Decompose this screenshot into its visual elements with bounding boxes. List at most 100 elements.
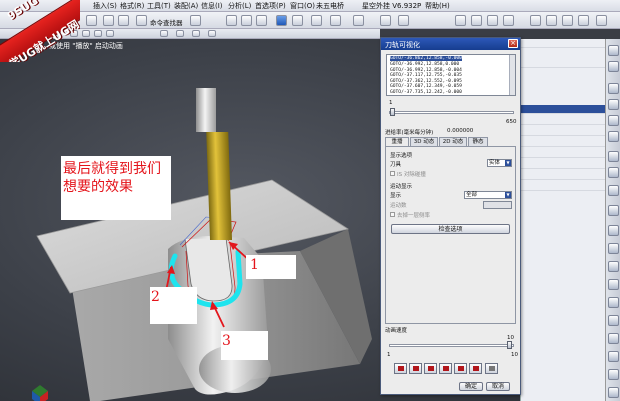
navigator-panel[interactable] xyxy=(520,39,606,401)
menu-tools[interactable]: 工具(T) xyxy=(147,1,171,11)
goto-line[interactable]: GOTO/-36.862,12.858,-0.000 xyxy=(390,56,462,61)
select-icon[interactable] xyxy=(82,30,90,37)
menu-plugin-a[interactable]: 未五电桥 xyxy=(316,1,344,11)
stop-button[interactable] xyxy=(485,363,498,374)
toolbar-icon-16[interactable] xyxy=(530,15,541,26)
menu-assembly[interactable]: 装配(A) xyxy=(174,1,198,11)
goto-line[interactable]: GOTO/-36.992,12.858,0.000 xyxy=(390,62,459,67)
navigator-row[interactable] xyxy=(521,39,606,48)
toolbar-icon-11[interactable] xyxy=(398,15,409,26)
toolbar-icon-9[interactable] xyxy=(353,15,364,26)
goto-list[interactable]: GOTO/-36.862,12.858,-0.000 GOTO/-36.992,… xyxy=(386,54,516,96)
resource-icon-9[interactable] xyxy=(608,185,619,196)
resource-icon-11[interactable] xyxy=(608,225,619,236)
navigator-row[interactable] xyxy=(521,149,606,158)
snap-icon-6[interactable] xyxy=(208,30,216,37)
toolbar-icon-10[interactable] xyxy=(380,15,391,26)
toolbar-icon-3[interactable] xyxy=(190,15,201,26)
snap-icon-5[interactable] xyxy=(192,30,200,37)
resource-icon-8[interactable] xyxy=(608,167,619,178)
toolbar-icon-13[interactable] xyxy=(471,15,482,26)
menu-window[interactable]: 窗口(O) xyxy=(290,1,315,11)
goto-line[interactable]: GOTO/-37.362,12.552,-0.095 xyxy=(390,79,462,84)
tab-2d-dynamic[interactable]: 2D 动态 xyxy=(439,137,467,146)
navigator-row[interactable] xyxy=(521,127,606,136)
toolbar-icon-4[interactable] xyxy=(226,15,237,26)
resource-icon-1[interactable] xyxy=(608,45,619,56)
animation-speed-thumb[interactable] xyxy=(507,341,512,349)
tab-replay[interactable]: 重播 xyxy=(385,137,409,146)
navigator-row[interactable] xyxy=(521,171,606,180)
step-forward-button[interactable] xyxy=(454,363,467,374)
toolbar-icon-5[interactable] xyxy=(241,15,252,26)
resource-icon-13[interactable] xyxy=(608,261,619,272)
dialog-close-icon[interactable]: × xyxy=(508,39,518,48)
position-slider-thumb[interactable] xyxy=(390,108,395,116)
resource-icon-3[interactable] xyxy=(608,83,619,94)
close-icon[interactable] xyxy=(118,15,129,26)
menu-format[interactable]: 格式(R) xyxy=(120,1,144,11)
resource-icon-17[interactable] xyxy=(608,333,619,344)
snap-icon-1[interactable] xyxy=(94,30,102,37)
prev-layer-checkbox[interactable] xyxy=(390,212,395,217)
navigator-row[interactable] xyxy=(521,59,606,68)
goto-line[interactable]: GOTO/-36.992,12.858,-0.004 xyxy=(390,68,462,73)
toolbar-icon-8[interactable] xyxy=(330,15,341,26)
resource-icon-2[interactable] xyxy=(608,61,619,72)
goto-line[interactable]: GOTO/-37.117,12.755,-0.035 xyxy=(390,73,462,78)
check-options-button[interactable]: 检查选项 xyxy=(391,224,510,234)
go-to-start-button[interactable] xyxy=(394,363,407,374)
plus-icon[interactable] xyxy=(86,15,97,26)
position-slider-track[interactable] xyxy=(389,111,514,114)
toolbar-icon-15[interactable] xyxy=(503,15,514,26)
resource-icon-18[interactable] xyxy=(608,351,619,362)
snap-icon-2[interactable] xyxy=(106,30,114,37)
cube-view-icon[interactable] xyxy=(276,15,287,26)
undo-icon[interactable] xyxy=(103,15,114,26)
display-combo[interactable]: 全部 ▼ xyxy=(464,191,512,199)
cancel-button[interactable]: 取消 xyxy=(486,382,510,391)
resource-icon-14[interactable] xyxy=(608,279,619,290)
tool-combo[interactable]: 实体 ▼ xyxy=(487,159,512,167)
play-button[interactable] xyxy=(439,363,452,374)
snap-icon-4[interactable] xyxy=(176,30,184,37)
dialog-title-bar[interactable]: 刀轨可视化 × xyxy=(381,38,520,50)
toolbar-icon-19[interactable] xyxy=(578,15,589,26)
collision-checkbox[interactable] xyxy=(390,171,395,176)
toolbar-icon-7[interactable] xyxy=(292,15,303,26)
goto-line[interactable]: GOTO/-37.735,12.242,-0.000 xyxy=(390,90,462,95)
toolbar-icon-12[interactable] xyxy=(455,15,466,26)
navigator-row-selected[interactable] xyxy=(521,105,606,114)
navigator-row[interactable] xyxy=(521,182,606,191)
menu-insert[interactable]: 插入(S) xyxy=(93,1,117,11)
resource-icon-20[interactable] xyxy=(608,387,619,398)
menu-analysis[interactable]: 分析(L) xyxy=(228,1,251,11)
menu-preferences[interactable]: 首选项(P) xyxy=(255,1,286,11)
menu-plugin-b[interactable]: 星空外挂 V6.932P xyxy=(362,1,421,11)
toolbar-icon-18[interactable] xyxy=(562,15,573,26)
resource-icon-16[interactable] xyxy=(608,315,619,326)
goto-list-scrollbar[interactable] xyxy=(509,55,515,95)
navigator-row[interactable] xyxy=(521,138,606,147)
toolbar-icon-6[interactable] xyxy=(256,15,267,26)
snap-icon-3[interactable] xyxy=(160,30,168,37)
shading-icon[interactable] xyxy=(311,15,322,26)
toolbar-icon-17[interactable] xyxy=(546,15,557,26)
toolbar-icon-14[interactable] xyxy=(487,15,498,26)
resource-icon-6[interactable] xyxy=(608,131,619,142)
resource-icon-4[interactable] xyxy=(608,99,619,110)
ok-button[interactable]: 确定 xyxy=(459,382,483,391)
animation-speed-track[interactable] xyxy=(389,344,514,347)
tab-static[interactable]: 静态 xyxy=(468,137,488,146)
resource-icon-5[interactable] xyxy=(608,115,619,126)
resource-icon-10[interactable] xyxy=(608,205,619,216)
motion-count-field[interactable] xyxy=(483,201,512,209)
command-finder-label[interactable]: 命令查找器 xyxy=(150,17,183,27)
navigator-row[interactable] xyxy=(521,116,606,125)
resource-icon-12[interactable] xyxy=(608,243,619,254)
resource-icon-7[interactable] xyxy=(608,151,619,162)
step-back-button[interactable] xyxy=(409,363,422,374)
menu-help[interactable]: 帮助(H) xyxy=(425,1,450,11)
navigator-row[interactable] xyxy=(521,160,606,169)
play-reverse-button[interactable] xyxy=(424,363,437,374)
